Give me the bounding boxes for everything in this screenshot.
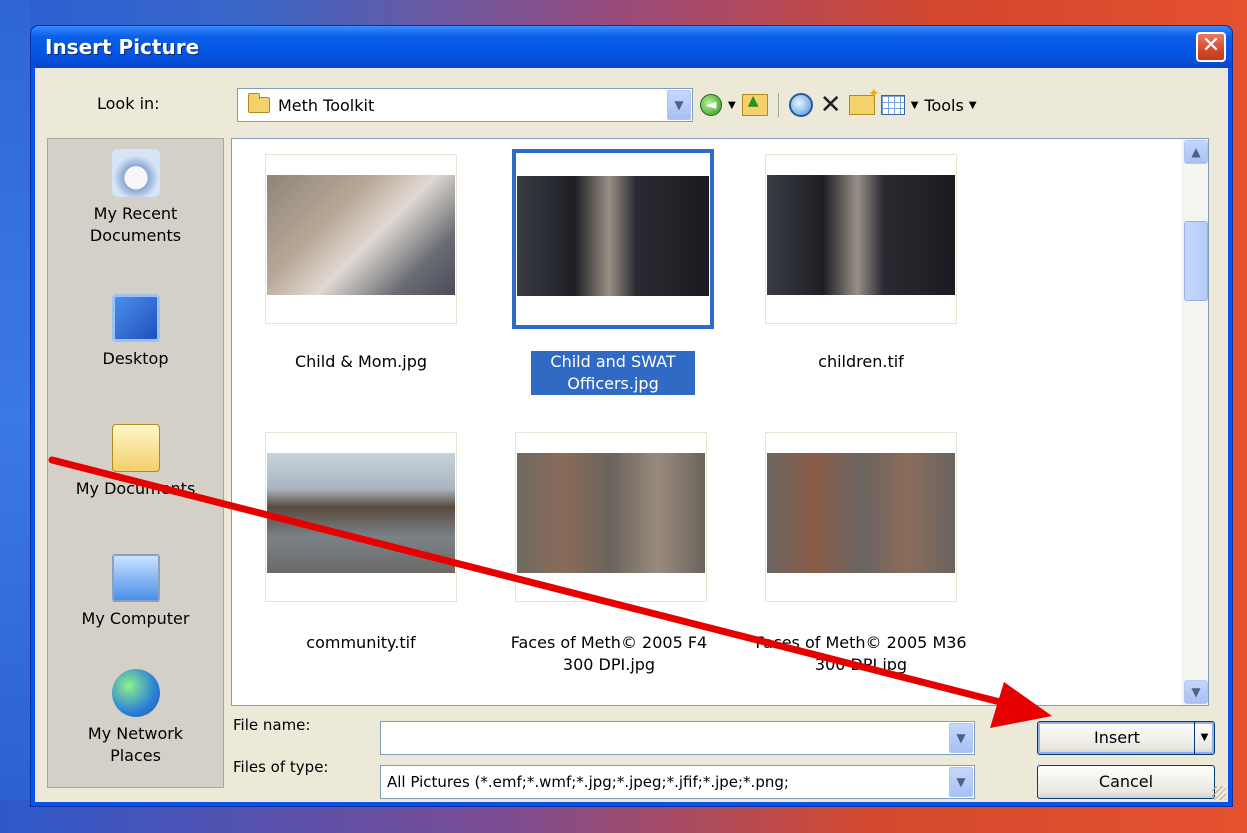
files-of-type-value: All Pictures (*.emf;*.wmf;*.jpg;*.jpeg;*… [387, 773, 789, 791]
create-new-folder-button[interactable] [848, 86, 880, 119]
photo-child-and-swat [517, 176, 709, 296]
look-in-value: Meth Toolkit [278, 96, 375, 115]
up-folder-icon [741, 93, 768, 116]
file-name-text: Faces of Meth© 2005 M36 300 DPI.jpg [755, 633, 967, 674]
photo-faces-of-meth-m36 [767, 453, 955, 573]
cancel-label: Cancel [1098, 772, 1154, 791]
place-desktop[interactable]: Desktop [48, 294, 223, 370]
toolbar-separator [777, 93, 779, 117]
scroll-up-button[interactable]: ▲ [1184, 140, 1208, 164]
file-name[interactable]: Faces of Meth© 2005 F4 300 DPI.jpg [494, 632, 724, 676]
place-my-documents[interactable]: My Documents [48, 424, 223, 500]
look-in-combo[interactable]: Meth Toolkit ▼ [237, 88, 693, 122]
new-folder-icon [848, 86, 880, 115]
place-my-network-places[interactable]: My Network Places [48, 669, 223, 767]
place-my-computer[interactable]: My Computer [48, 554, 223, 630]
files-of-type-dropdown-button[interactable]: ▼ [949, 767, 973, 797]
look-in-label: Look in: [97, 94, 160, 113]
views-icon [880, 95, 905, 115]
my-computer-icon [111, 554, 160, 602]
file-name-text: Faces of Meth© 2005 F4 300 DPI.jpg [510, 633, 708, 674]
tools-menu-button[interactable]: Tools ▼ [924, 91, 976, 119]
file-name-combo[interactable]: ▼ [380, 721, 975, 755]
cancel-button[interactable]: Cancel [1037, 765, 1215, 799]
file-name[interactable]: Faces of Meth© 2005 M36 300 DPI.jpg [746, 632, 976, 676]
tools-label: Tools [924, 95, 964, 115]
close-button[interactable]: ✕ [1196, 32, 1226, 62]
insert-dropdown-icon[interactable]: ▼ [1194, 722, 1214, 754]
search-web-icon [788, 93, 813, 117]
file-name-input[interactable] [383, 724, 933, 752]
place-label: My Network Places [87, 724, 184, 765]
folder-icon [248, 93, 270, 113]
file-name-text: community.tif [306, 633, 416, 652]
insert-button[interactable]: Insert ▼ [1037, 721, 1215, 755]
file-thumbnail-selected[interactable] [512, 149, 714, 329]
file-name-label: File name: [233, 716, 311, 734]
photo-community [267, 453, 455, 573]
dialog-title: Insert Picture [45, 35, 200, 59]
file-thumbnail[interactable] [265, 432, 457, 602]
file-name[interactable]: Child & Mom.jpg [246, 351, 476, 373]
toolbar: ◄ ▼ ✕ ▼ Tools ▼ [700, 86, 977, 120]
file-thumbnail[interactable] [265, 154, 457, 324]
views-button[interactable] [880, 91, 905, 119]
insert-picture-dialog: Insert Picture ✕ Look in: Meth Toolkit ▼… [30, 25, 1233, 807]
place-label: My Documents [75, 479, 196, 498]
tools-dropdown-icon: ▼ [968, 99, 977, 111]
my-documents-icon [111, 424, 160, 472]
desktop-icon [111, 294, 160, 342]
file-name[interactable]: community.tif [246, 632, 476, 654]
place-label: My Recent Documents [89, 204, 182, 245]
back-icon: ◄ [700, 94, 722, 116]
network-places-icon [111, 669, 160, 717]
file-name[interactable]: children.tif [746, 351, 976, 373]
back-button[interactable]: ◄ [700, 91, 722, 119]
file-name-dropdown-button[interactable]: ▼ [949, 723, 973, 753]
file-list[interactable]: Child & Mom.jpg Child and SWAT Officers.… [231, 138, 1209, 706]
file-thumbnail[interactable] [765, 154, 957, 324]
recent-documents-icon [111, 149, 160, 197]
resize-grip[interactable] [1212, 786, 1226, 800]
vertical-scrollbar[interactable]: ▲ ▼ [1182, 139, 1208, 705]
file-thumbnail[interactable] [515, 432, 707, 602]
background-left-strip [0, 0, 30, 833]
places-bar: My Recent Documents Desktop My Documents… [47, 138, 224, 788]
place-my-recent-documents[interactable]: My Recent Documents [48, 149, 223, 247]
file-name-selected[interactable]: Child and SWAT Officers.jpg [498, 351, 728, 395]
place-label: Desktop [102, 349, 169, 368]
title-bar[interactable]: Insert Picture ✕ [31, 26, 1232, 68]
photo-children [767, 175, 955, 295]
file-name-text: Child and SWAT Officers.jpg [531, 351, 695, 395]
scroll-thumb[interactable] [1184, 221, 1208, 301]
dialog-body: Look in: Meth Toolkit ▼ ◄ ▼ ✕ ▼ Tools ▼ … [35, 68, 1228, 802]
files-of-type-combo[interactable]: All Pictures (*.emf;*.wmf;*.jpg;*.jpeg;*… [380, 765, 975, 799]
file-name-text: children.tif [818, 352, 904, 371]
views-dropdown-icon[interactable]: ▼ [911, 91, 919, 119]
search-web-button[interactable] [788, 91, 813, 119]
photo-child-and-mom [267, 175, 455, 295]
look-in-dropdown-button[interactable]: ▼ [667, 90, 691, 120]
file-thumbnail[interactable] [765, 432, 957, 602]
photo-faces-of-meth-f4 [517, 453, 705, 573]
scroll-down-button[interactable]: ▼ [1184, 680, 1208, 704]
file-name-text: Child & Mom.jpg [294, 352, 428, 371]
insert-label: Insert [1094, 728, 1140, 747]
place-label: My Computer [81, 609, 190, 628]
files-of-type-label: Files of type: [233, 758, 329, 776]
up-one-level-button[interactable] [741, 91, 768, 119]
delete-icon[interactable]: ✕ [819, 90, 843, 120]
back-dropdown-icon[interactable]: ▼ [728, 91, 736, 119]
